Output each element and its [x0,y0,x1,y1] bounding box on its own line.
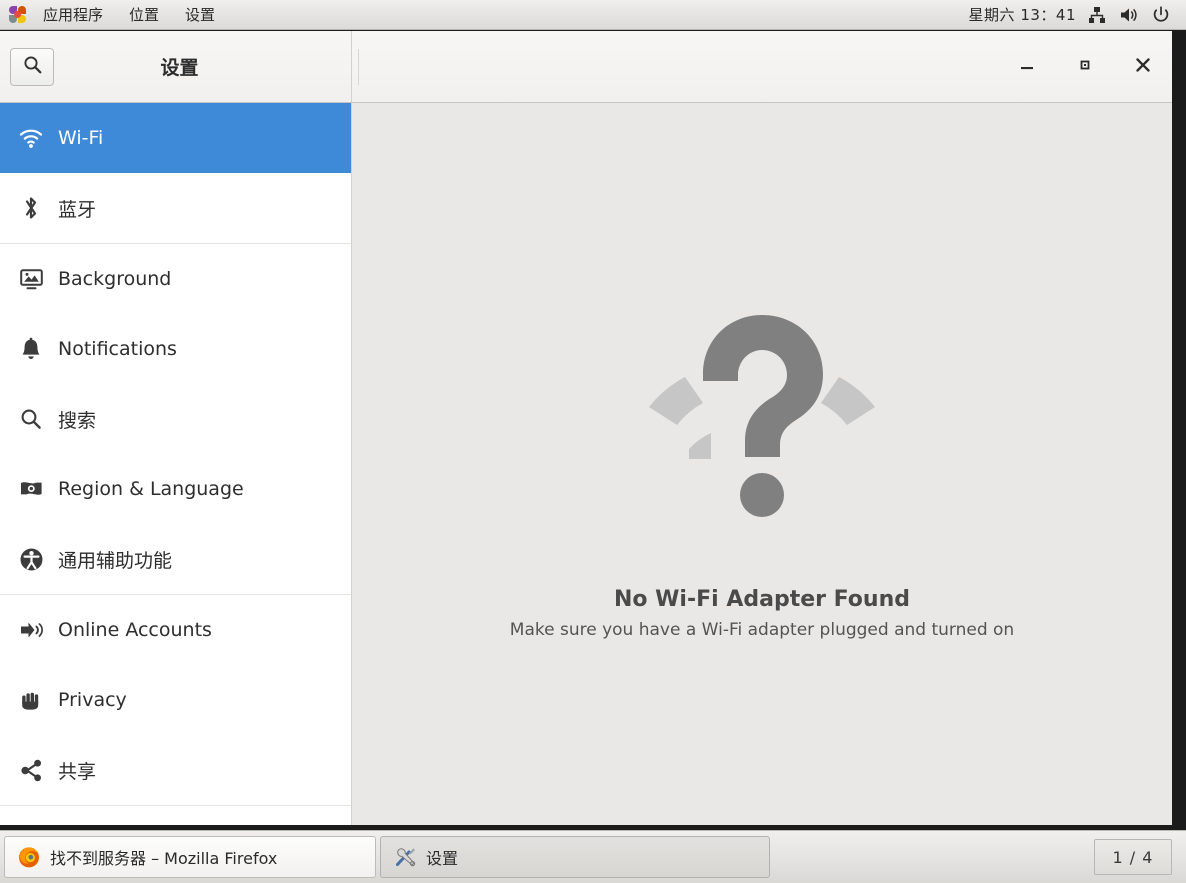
sidebar-item-label: Online Accounts [58,619,212,641]
firefox-icon [17,845,41,869]
taskbar-item-label: 设置 [426,849,459,868]
minimize-icon [1018,56,1036,78]
sidebar-item-label: 搜索 [58,409,97,432]
sidebar-item-background[interactable]: Background [0,244,351,314]
pinwheel-logo-icon[interactable] [4,0,30,30]
sidebar-item-sharing[interactable]: 共享 [0,735,351,805]
empty-state-subtitle: Make sure you have a Wi-Fi adapter plugg… [509,619,1015,640]
taskbar-item-firefox[interactable]: 找不到服务器 – Mozilla Firefox [4,836,376,878]
sidebar-item-notifications[interactable]: Notifications [0,314,351,384]
volume-icon[interactable] [1114,2,1144,28]
tools-icon [393,845,417,869]
wifi-icon [14,123,48,153]
sidebar-item-label: 共享 [58,760,97,783]
panel-clock[interactable]: 星期六 13：41 [963,4,1082,25]
window-titlebar: 设置 [0,31,1172,103]
settings-window: 设置 Wi-Fi 蓝牙 Background Notifications 搜索 … [0,31,1172,825]
panel-menu-applications[interactable]: 应用程序 [32,1,114,29]
bluetooth-icon [14,193,48,223]
top-panel: 应用程序 位置 设置 星期六 13：41 [0,0,1186,30]
sidebar-item-privacy[interactable]: Privacy [0,665,351,735]
monitor-icon [14,264,48,294]
sidebar-item-universal-access[interactable]: 通用辅助功能 [0,524,351,594]
network-icon[interactable] [1082,2,1112,28]
workspace-switcher[interactable]: 1 / 4 [1094,839,1172,875]
search-icon [22,54,43,79]
maximize-icon [1076,56,1094,78]
online-accounts-icon [14,615,48,645]
no-wifi-adapter-question-mark-icon [637,299,887,549]
sidebar-item-label: Privacy [58,689,127,711]
maximize-button[interactable] [1056,31,1114,103]
titlebar-right-pane [352,31,1172,102]
sidebar-item-bluetooth[interactable]: 蓝牙 [0,173,351,243]
sidebar-item-label: 蓝牙 [58,198,97,221]
share-icon [14,755,48,785]
sidebar-item-search[interactable]: 搜索 [0,384,351,454]
power-icon[interactable] [1146,2,1176,28]
sidebar-item-label: Region & Language [58,478,244,500]
sidebar-item-label: Wi-Fi [58,127,104,149]
search-button[interactable] [10,47,54,86]
taskbar: 找不到服务器 – Mozilla Firefox 设置 1 / 4 [0,830,1186,883]
hand-icon [14,685,48,715]
empty-state: No Wi-Fi Adapter Found Make sure you hav… [510,299,1014,640]
sidebar-item-wifi[interactable]: Wi-Fi [0,103,351,173]
panel-tray [1082,2,1186,28]
sidebar-item-region-language[interactable]: Region & Language [0,454,351,524]
window-body: Wi-Fi 蓝牙 Background Notifications 搜索 Reg… [0,103,1172,825]
sidebar-item-label: 通用辅助功能 [58,549,173,572]
settings-content-panel: No Wi-Fi Adapter Found Make sure you hav… [352,103,1172,825]
taskbar-item-settings[interactable]: 设置 [380,836,770,878]
flag-icon [14,474,48,504]
settings-sidebar[interactable]: Wi-Fi 蓝牙 Background Notifications 搜索 Reg… [0,103,352,825]
close-button[interactable] [1114,31,1172,103]
search-icon [14,404,48,434]
sidebar-separator [0,805,351,806]
bell-icon [14,334,48,364]
minimize-button[interactable] [998,31,1056,103]
accessibility-icon [14,544,48,574]
close-icon [1133,55,1153,79]
window-title: 设置 [160,57,199,79]
taskbar-item-label: 找不到服务器 – Mozilla Firefox [50,849,278,868]
workspace-label: 1 / 4 [1112,847,1154,867]
desktop-screen: 应用程序 位置 设置 星期六 13：41 设置 Wi-Fi 蓝牙 Backgro… [0,0,1186,883]
empty-state-title: No Wi-Fi Adapter Found [613,586,910,612]
sidebar-item-label: Background [58,268,172,290]
titlebar-divider [358,49,359,85]
sidebar-item-online-accounts[interactable]: Online Accounts [0,595,351,665]
sidebar-item-label: Notifications [58,338,177,360]
panel-menu-system[interactable]: 设置 [174,1,226,29]
panel-menu-places[interactable]: 位置 [118,1,170,29]
titlebar-left-pane: 设置 [0,31,352,102]
